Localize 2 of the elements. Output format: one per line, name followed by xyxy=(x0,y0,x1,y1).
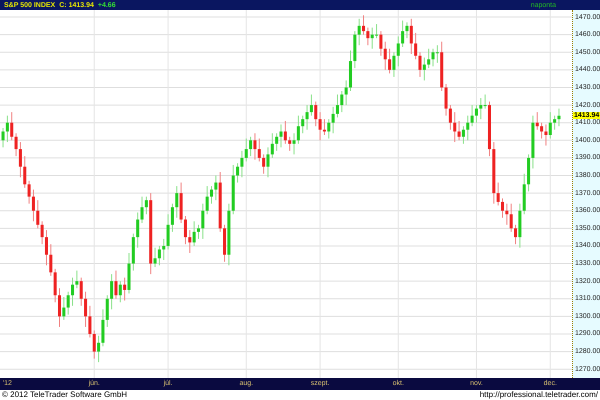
source-link[interactable]: http://professional.teletrader.com/ xyxy=(480,391,598,399)
copyright-text: © 2012 TeleTrader Software GmbH xyxy=(2,391,128,399)
